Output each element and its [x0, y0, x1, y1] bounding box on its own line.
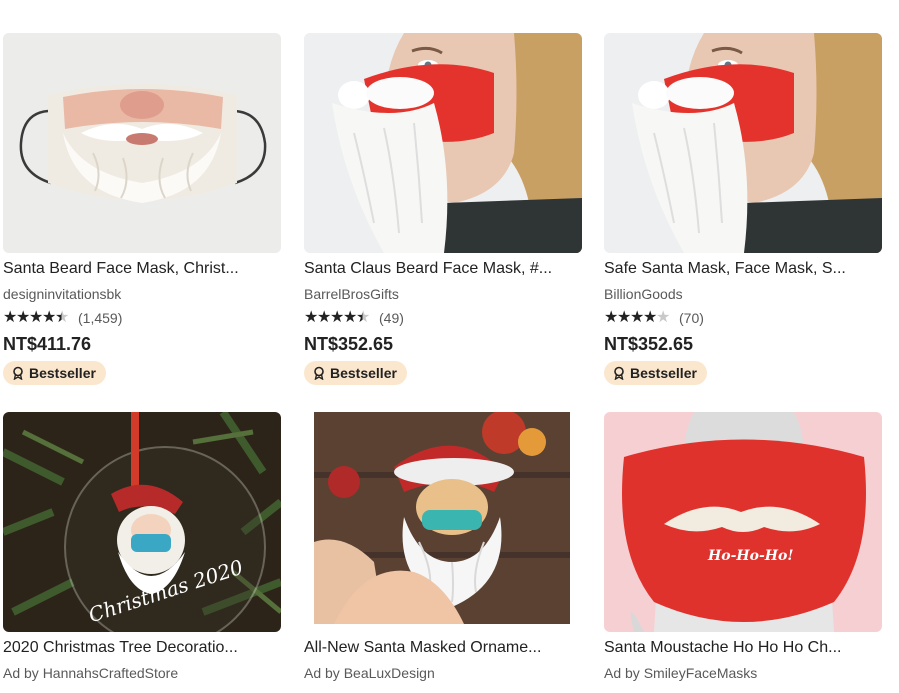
- listing-card[interactable]: All-New Santa Masked Orname... Ad by Bea…: [304, 412, 582, 682]
- stars: ★ ★ ★ ★ ★: [604, 309, 671, 326]
- star-icon: ★: [604, 309, 619, 326]
- listing-card[interactable]: Santa Claus Beard Face Mask, #... Barrel…: [304, 33, 582, 385]
- red-mask-white-beard-image: [304, 33, 582, 253]
- review-count: (1,459): [78, 310, 123, 326]
- star-rating: ★ ★ ★ ★ ★ (49): [304, 309, 582, 327]
- ad-shop-name[interactable]: Ad by BeaLuxDesign: [304, 664, 582, 682]
- star-icon: ★: [42, 309, 57, 326]
- price: NT$352.65: [604, 334, 694, 354]
- listing-title[interactable]: 2020 Christmas Tree Decoratio...: [3, 638, 279, 658]
- listing-image[interactable]: [304, 412, 582, 632]
- star-icon: ★: [356, 309, 371, 326]
- star-icon: ★: [55, 309, 70, 326]
- star-icon: ★: [304, 309, 319, 326]
- stars: ★ ★ ★ ★ ★: [3, 309, 70, 326]
- star-icon: ★: [630, 309, 645, 326]
- santa-ornament-hand-image: [314, 412, 570, 624]
- shop-name[interactable]: designinvitationsbk: [3, 285, 281, 303]
- bestseller-badge: Bestseller: [304, 361, 407, 385]
- santa-ornament-image: Christmas 2020: [3, 412, 281, 632]
- shop-name[interactable]: BillionGoods: [604, 285, 882, 303]
- listing-image[interactable]: [304, 33, 582, 253]
- ad-shop-name[interactable]: Ad by HannahsCraftedStore: [3, 664, 281, 682]
- review-count: (70): [679, 310, 704, 326]
- stars: ★ ★ ★ ★ ★: [304, 309, 371, 326]
- listing-title[interactable]: Santa Moustache Ho Ho Ho Ch...: [604, 638, 880, 658]
- listing-card[interactable]: Santa Beard Face Mask, Christ... designi…: [3, 33, 281, 385]
- price: NT$352.65: [304, 334, 394, 354]
- listing-image[interactable]: [604, 33, 882, 253]
- badge-label: Bestseller: [330, 365, 397, 381]
- star-icon: ★: [643, 309, 658, 326]
- listing-card[interactable]: Ho-Ho-Ho! Santa Moustache Ho Ho Ho Ch...…: [604, 412, 882, 682]
- red-moustache-mask-image: Ho-Ho-Ho!: [604, 412, 882, 632]
- red-mask-white-beard-image: [604, 33, 882, 253]
- ad-shop-name[interactable]: Ad by SmileyFaceMasks: [604, 664, 882, 682]
- listing-title[interactable]: Santa Beard Face Mask, Christ...: [3, 259, 279, 279]
- star-icon: ★: [617, 309, 632, 326]
- listing-image[interactable]: Christmas 2020: [3, 412, 281, 632]
- star-icon: ★: [656, 309, 671, 326]
- bestseller-badge: Bestseller: [604, 361, 707, 385]
- badge-label: Bestseller: [630, 365, 697, 381]
- star-icon: ★: [3, 309, 18, 326]
- star-icon: ★: [16, 309, 31, 326]
- star-icon: ★: [29, 309, 44, 326]
- shop-name[interactable]: BarrelBrosGifts: [304, 285, 582, 303]
- listing-image[interactable]: [3, 33, 281, 253]
- price: NT$411.76: [3, 334, 92, 354]
- award-icon: [614, 366, 624, 380]
- star-rating: ★ ★ ★ ★ ★ (70): [604, 309, 882, 327]
- award-icon: [314, 366, 324, 380]
- star-icon: ★: [317, 309, 332, 326]
- star-icon: ★: [343, 309, 358, 326]
- mask-text: Ho-Ho-Ho!: [707, 548, 793, 564]
- listing-card[interactable]: Christmas 2020 2020 Christmas Tree Decor…: [3, 412, 281, 682]
- listing-title[interactable]: Santa Claus Beard Face Mask, #...: [304, 259, 580, 279]
- star-icon: ★: [330, 309, 345, 326]
- bestseller-badge: Bestseller: [3, 361, 106, 385]
- listing-image[interactable]: Ho-Ho-Ho!: [604, 412, 882, 632]
- listing-title[interactable]: Safe Santa Mask, Face Mask, S...: [604, 259, 880, 279]
- review-count: (49): [379, 310, 404, 326]
- listing-title[interactable]: All-New Santa Masked Orname...: [304, 638, 580, 658]
- star-rating: ★ ★ ★ ★ ★ (1,459): [3, 309, 281, 327]
- listing-card[interactable]: Safe Santa Mask, Face Mask, S... Billion…: [604, 33, 882, 385]
- badge-label: Bestseller: [29, 365, 96, 381]
- santa-beard-mask-image: [3, 33, 281, 253]
- award-icon: [13, 366, 23, 380]
